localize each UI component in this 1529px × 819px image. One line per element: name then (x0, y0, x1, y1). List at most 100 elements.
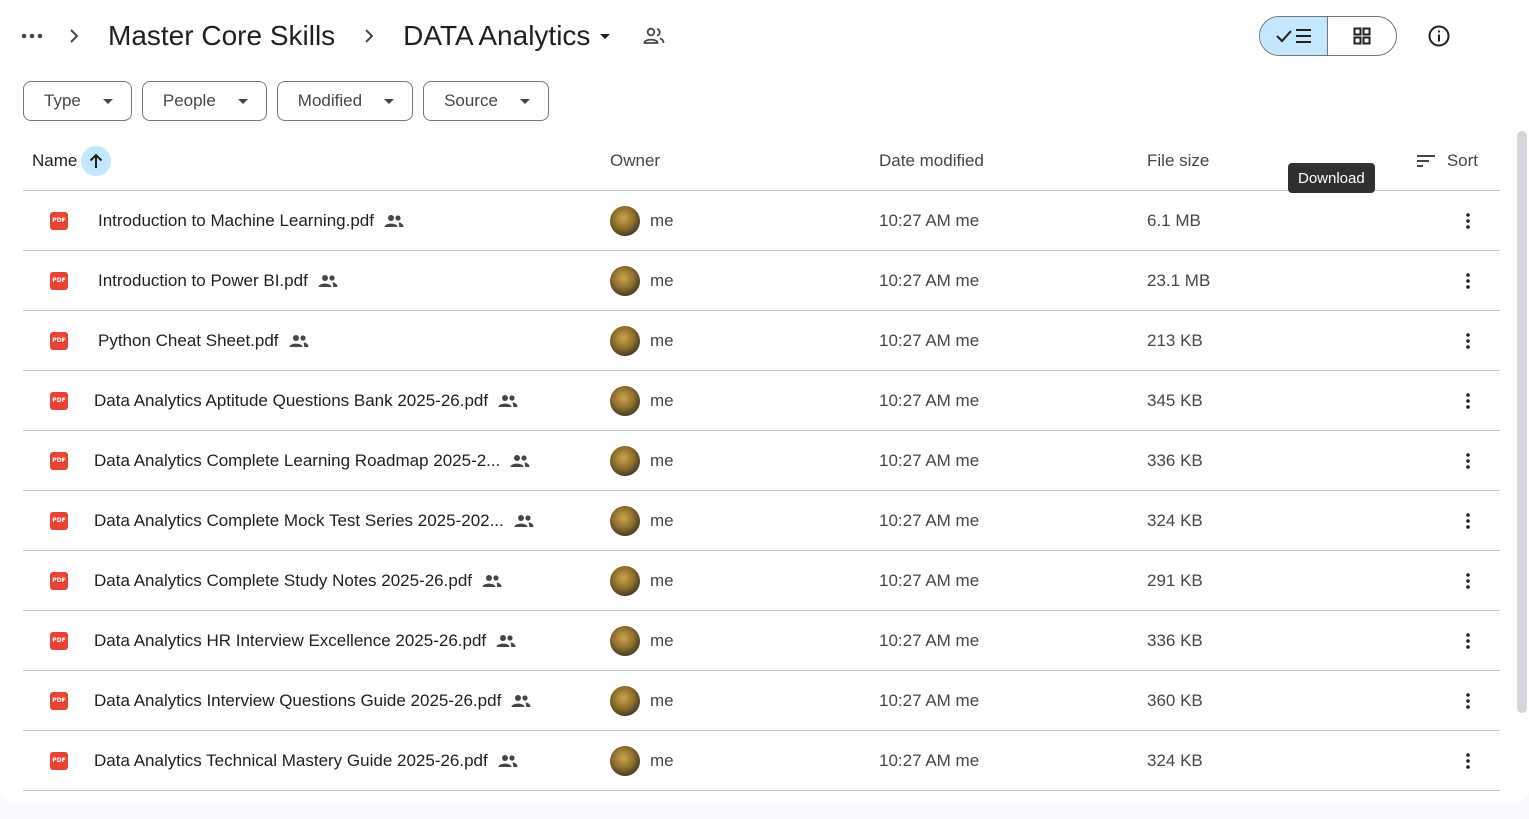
owner-label: me (650, 750, 674, 770)
table-header: Name Owner Date modified File size Downl… (23, 131, 1500, 193)
breadcrumb-current-folder[interactable]: DATA Analytics (395, 20, 618, 52)
file-size: 345 KB (1147, 390, 1203, 410)
filter-type[interactable]: Type (23, 81, 132, 121)
avatar (610, 325, 640, 356)
sort-button[interactable]: Sort (1416, 150, 1478, 171)
file-name-label: Data Analytics Complete Mock Test Series… (94, 510, 504, 530)
file-size: 213 KB (1147, 330, 1203, 350)
pdf-icon: PDF (50, 391, 68, 410)
owner-cell: me (610, 565, 674, 596)
drive-panel: Master Core Skills DATA Analytics Type P… (0, 0, 1529, 804)
date-modified: 10:27 AM me (879, 390, 980, 410)
shared-people-icon (384, 214, 404, 228)
table-row[interactable]: PDF Data Analytics Interview Questions Gu… (23, 671, 1500, 731)
shared-people-icon (318, 274, 338, 288)
column-owner-header: Owner (610, 150, 661, 170)
file-name-label: Python Cheat Sheet.pdf (98, 330, 279, 350)
sort-label: Sort (1446, 150, 1478, 170)
owner-label: me (650, 330, 674, 350)
header: Master Core Skills DATA Analytics (16, 12, 1489, 60)
more-actions-icon[interactable] (1458, 746, 1478, 776)
filter-label: Modified (297, 91, 363, 110)
more-actions-icon[interactable] (1458, 266, 1478, 296)
avatar (610, 505, 640, 536)
shared-people-icon (498, 394, 518, 408)
column-size-header[interactable]: File size (1147, 151, 1209, 171)
file-name-label: Data Analytics Complete Learning Roadmap… (94, 450, 501, 470)
shared-people-icon (511, 694, 531, 708)
caret-down-icon (384, 98, 395, 104)
shared-people-icon (496, 634, 516, 648)
owner-label: me (650, 510, 674, 530)
table-row[interactable]: PDF Data Analytics Complete Study Notes 2… (23, 551, 1500, 611)
breadcrumb-parent[interactable]: Master Core Skills (100, 20, 343, 52)
column-name-header[interactable]: Name (32, 145, 112, 176)
more-actions-icon[interactable] (1458, 206, 1478, 236)
file-name: Data Analytics Interview Questions Guide… (94, 691, 531, 711)
column-date-header[interactable]: Date modified (879, 151, 984, 171)
owner-cell: me (610, 265, 674, 296)
date-modified: 10:27 AM me (879, 630, 980, 650)
more-actions-icon[interactable] (1458, 506, 1478, 536)
more-actions-icon[interactable] (1458, 326, 1478, 356)
file-table: Name Owner Date modified File size Downl… (23, 131, 1500, 791)
table-row[interactable]: PDF Introduction to Machine Learning.pdf m… (23, 191, 1500, 251)
info-icon[interactable] (1425, 22, 1453, 50)
filter-source[interactable]: Source (423, 81, 549, 121)
more-actions-icon[interactable] (1458, 626, 1478, 656)
more-dots-icon[interactable] (16, 20, 48, 52)
chevron-right-icon (60, 20, 88, 52)
more-actions-icon[interactable] (1458, 566, 1478, 596)
download-tooltip: Download (1288, 163, 1375, 193)
avatar (610, 445, 640, 476)
table-row[interactable]: PDF Data Analytics Technical Mastery Guid… (23, 731, 1500, 791)
date-modified: 10:27 AM me (879, 510, 980, 530)
shared-people-icon[interactable] (640, 22, 668, 50)
more-actions-icon[interactable] (1458, 446, 1478, 476)
avatar (610, 745, 640, 776)
table-row[interactable]: PDF Data Analytics HR Interview Excellenc… (23, 611, 1500, 671)
date-modified: 10:27 AM me (879, 690, 980, 710)
file-name: Introduction to Power BI.pdf (98, 271, 338, 291)
avatar (610, 265, 640, 296)
shared-people-icon (482, 574, 502, 588)
date-modified: 10:27 AM me (879, 570, 980, 590)
table-row[interactable]: PDF Data Analytics Complete Learning Road… (23, 431, 1500, 491)
file-name-label: Introduction to Machine Learning.pdf (98, 210, 374, 230)
file-name-label: Introduction to Power BI.pdf (98, 270, 308, 290)
caret-down-icon (519, 98, 530, 104)
list-view-button[interactable] (1260, 17, 1328, 55)
view-toggle (1259, 16, 1397, 56)
date-modified: 10:27 AM me (879, 210, 980, 230)
file-name: Data Analytics Complete Mock Test Series… (94, 511, 534, 531)
grid-view-button[interactable] (1328, 17, 1396, 55)
file-name: Data Analytics Complete Learning Roadmap… (94, 451, 530, 471)
table-row[interactable]: PDF Python Cheat Sheet.pdf me 10:27 AM me 21… (23, 311, 1500, 371)
breadcrumb-current-label: DATA Analytics (403, 20, 591, 51)
more-actions-icon[interactable] (1458, 386, 1478, 416)
owner-label: me (650, 390, 674, 410)
file-size: 324 KB (1147, 750, 1203, 770)
avatar (610, 625, 640, 656)
file-name-label: Data Analytics Complete Study Notes 2025… (94, 570, 472, 590)
filter-label: People (162, 91, 216, 110)
table-row[interactable]: PDF Introduction to Power BI.pdf me 10:27 A… (23, 251, 1500, 311)
filter-modified[interactable]: Modified (276, 81, 414, 121)
owner-cell: me (610, 505, 674, 536)
owner-label: me (650, 570, 674, 590)
table-row[interactable]: PDF Data Analytics Aptitude Questions Ban… (23, 371, 1500, 431)
filter-chips: Type People Modified Source (23, 81, 549, 121)
avatar (610, 385, 640, 416)
pdf-icon: PDF (50, 211, 68, 230)
owner-label: me (650, 270, 674, 290)
pdf-icon: PDF (50, 451, 68, 470)
table-row[interactable]: PDF Data Analytics Complete Mock Test Ser… (23, 491, 1500, 551)
avatar (610, 685, 640, 716)
shared-people-icon (289, 334, 309, 348)
more-actions-icon[interactable] (1458, 686, 1478, 716)
filter-people[interactable]: People (141, 81, 267, 121)
owner-label: me (650, 210, 674, 230)
scrollbar[interactable] (1517, 131, 1527, 713)
date-modified: 10:27 AM me (879, 750, 980, 770)
arrow-up-icon[interactable] (81, 145, 112, 176)
